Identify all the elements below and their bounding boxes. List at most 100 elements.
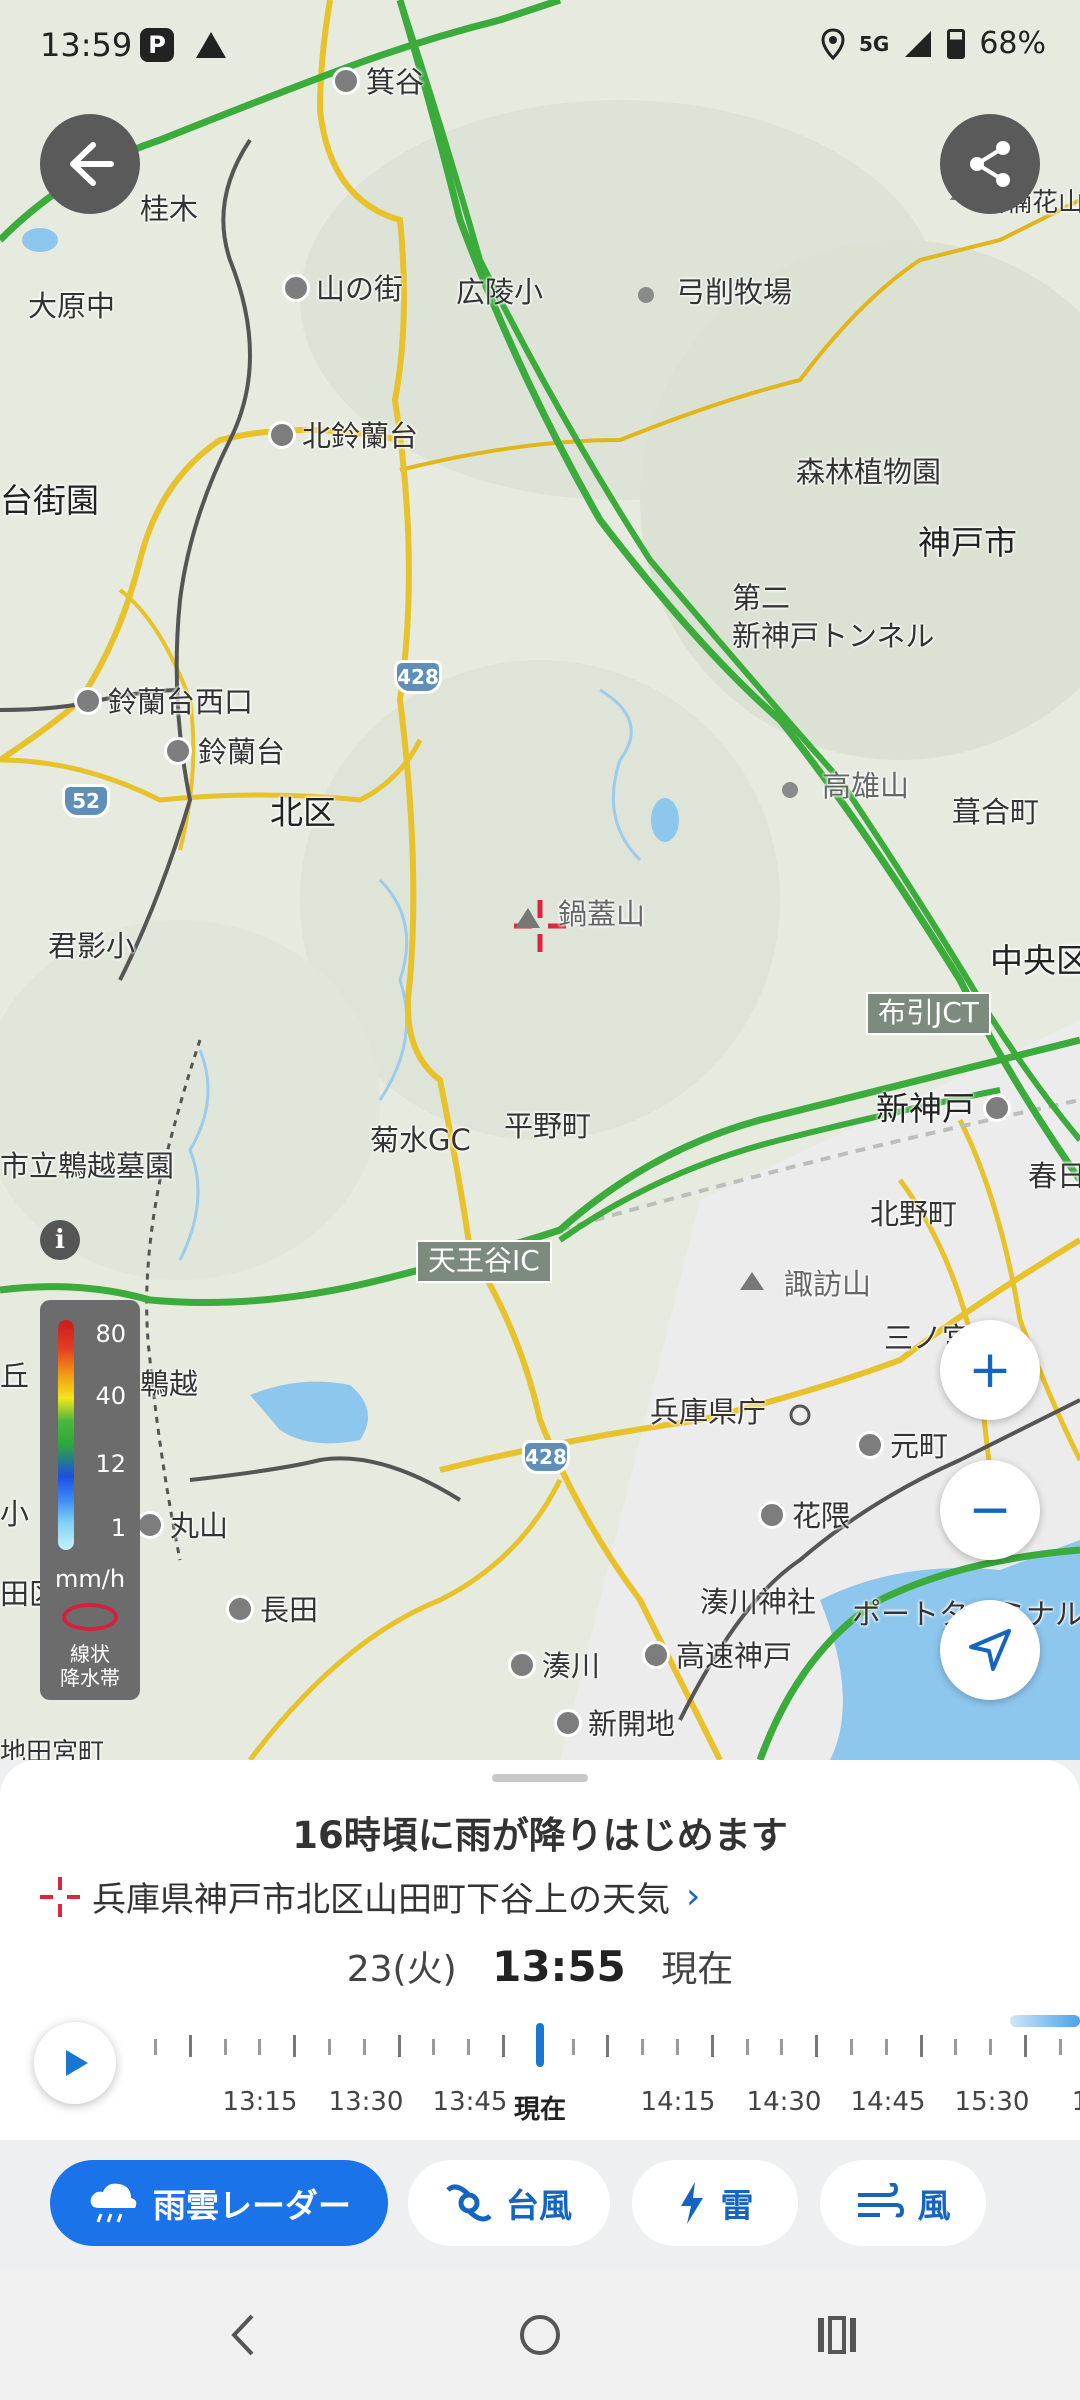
junction-sign: 布引JCT <box>866 992 991 1035</box>
network-type: 5G <box>858 31 890 56</box>
station-label: 鈴蘭台西口 <box>74 687 253 718</box>
legend-value: 80 <box>95 1320 126 1348</box>
place-label: 葺合町 <box>952 795 1040 829</box>
tab-label: 台風 <box>506 2186 572 2225</box>
place-label: 鵯越 <box>140 1367 199 1401</box>
timeline-label: 14:15 <box>640 2087 716 2117</box>
back-button[interactable] <box>40 114 140 214</box>
tunnel-label: 新神戸トンネル <box>732 619 935 653</box>
route-shield: 428 <box>522 1440 570 1474</box>
timeline-tick <box>188 2035 192 2057</box>
zoom-out-button[interactable]: − <box>940 1460 1040 1560</box>
location-pin-icon <box>821 27 845 60</box>
nav-home-icon[interactable] <box>518 2310 562 2360</box>
mountain-label: 高雄山 <box>822 769 910 803</box>
place-label: 春日 <box>1028 1159 1080 1193</box>
place-label: 桂木 <box>140 192 199 226</box>
timeline-label: 15:30 <box>954 2087 1030 2117</box>
status-time: 13:59 <box>40 26 133 64</box>
timeline-tick <box>293 2035 297 2057</box>
timeline-tick <box>780 2039 784 2055</box>
station-label: 花隈 <box>758 1501 850 1532</box>
forecast-sheet[interactable]: 16時頃に雨が降りはじめます 兵庫県神戸市北区山田町下谷上の天気 › 23(火)… <box>0 1760 1080 2140</box>
chevron-right-icon: › <box>686 1876 701 1917</box>
station-label: 丸山 <box>136 1511 228 1542</box>
place-label: 兵庫県庁 <box>650 1395 767 1429</box>
timeline-tick <box>397 2035 401 2057</box>
date-label: 23(火) <box>346 1949 457 1990</box>
place-label: 弓削牧場 <box>676 275 793 309</box>
city-label: 神戸市 <box>918 523 1017 562</box>
timeline-tick <box>154 2039 157 2055</box>
tunnel-label: 第二 <box>732 581 791 615</box>
map-view[interactable]: 箕谷 桂木 大原中 山の街 広陵小 弓削牧場 北鈴蘭台 森林植物園 台街園 神戸… <box>0 0 1080 1760</box>
signal-icon <box>905 30 932 57</box>
lightning-icon <box>680 2182 703 2224</box>
timeline-label: 1 <box>1072 2087 1080 2117</box>
timeline-label: 14:30 <box>746 2087 822 2117</box>
tab-typhoon[interactable]: 台風 <box>408 2160 610 2246</box>
wind-icon <box>857 2183 904 2218</box>
timeline-tick <box>641 2039 645 2055</box>
legend-unit: mm/h <box>54 1565 126 1593</box>
timeline-tick <box>815 2035 819 2057</box>
timeline-tick <box>1058 2039 1062 2055</box>
route-shield: 52 <box>62 784 110 818</box>
now-label: 現在 <box>661 1949 734 1990</box>
zoom-in-button[interactable]: + <box>940 1320 1040 1420</box>
location-link[interactable]: 兵庫県神戸市北区山田町下谷上の天気 › <box>38 1872 700 1921</box>
sheet-handle[interactable] <box>492 1774 588 1782</box>
nav-back-icon[interactable] <box>222 2310 262 2360</box>
info-icon[interactable]: i <box>40 1220 80 1260</box>
station-label: 新神戸 <box>876 1092 1017 1125</box>
station-label: 鈴蘭台 <box>164 737 285 768</box>
mountain-label: 鍋蓋山 <box>558 897 646 931</box>
timeline-cursor[interactable] <box>536 2023 544 2067</box>
location-crosshair-icon <box>40 1876 80 1917</box>
rain-color-scale <box>58 1320 74 1550</box>
place-label: 地田宮町 <box>0 1738 105 1760</box>
timeline-progress <box>1010 2015 1080 2027</box>
station-label: 湊川 <box>508 1651 600 1682</box>
play-button[interactable] <box>34 2022 116 2104</box>
battery-level: 68% <box>979 26 1046 61</box>
current-location-button[interactable] <box>940 1600 1040 1700</box>
nav-recents-icon[interactable] <box>814 2310 858 2360</box>
station-label: 山の街 <box>282 274 403 305</box>
place-label: 台街園 <box>0 481 99 520</box>
typhoon-icon <box>446 2184 492 2222</box>
place-label: 君影小 <box>48 929 136 963</box>
timeline-tick <box>710 2035 714 2057</box>
location-name: 兵庫県神戸市北区山田町下谷上の天気 <box>92 1880 670 1920</box>
tab-lightning[interactable]: 雷 <box>632 2160 798 2246</box>
timeline-tick <box>502 2035 505 2057</box>
map-canvas <box>0 0 1080 1760</box>
station-label: 元町 <box>856 1431 948 1462</box>
station-label: 高速神戸 <box>642 1641 792 1672</box>
share-button[interactable] <box>940 114 1040 214</box>
timeline-tick <box>362 2039 366 2055</box>
timeline-tick <box>223 2039 227 2055</box>
mountain-label: 諏訪山 <box>784 1267 872 1301</box>
timeline-tick <box>328 2039 331 2055</box>
station-label: 新開地 <box>554 1709 675 1740</box>
place-label: 市立鵯越墓園 <box>0 1149 175 1183</box>
place-label: 広陵小 <box>456 275 544 309</box>
timeline-tick <box>919 2035 923 2057</box>
play-icon <box>66 2050 88 2076</box>
timeline-tick <box>676 2039 679 2055</box>
shrine-label: 湊川神社 <box>700 1585 817 1619</box>
timeline-tick <box>954 2039 958 2055</box>
route-shield: 428 <box>394 660 442 694</box>
timeline-tick <box>467 2039 471 2055</box>
tab-rain-radar[interactable]: 雨雲レーダー <box>50 2160 388 2246</box>
timeline-tick <box>432 2039 436 2055</box>
system-nav-bar <box>0 2270 1080 2400</box>
legend-value: 1 <box>110 1514 126 1542</box>
forecast-headline: 16時頃に雨が降りはじめます <box>292 1814 788 1857</box>
tab-wind[interactable]: 風 <box>820 2160 986 2246</box>
timeline-scrubber[interactable]: 13:15 13:30 13:45現在 14:15 14:30 14:45 15:30 1 <box>140 2015 1080 2125</box>
timeline-tick <box>606 2035 610 2057</box>
timeline-tick <box>884 2039 888 2055</box>
timeline-tick <box>745 2039 749 2055</box>
